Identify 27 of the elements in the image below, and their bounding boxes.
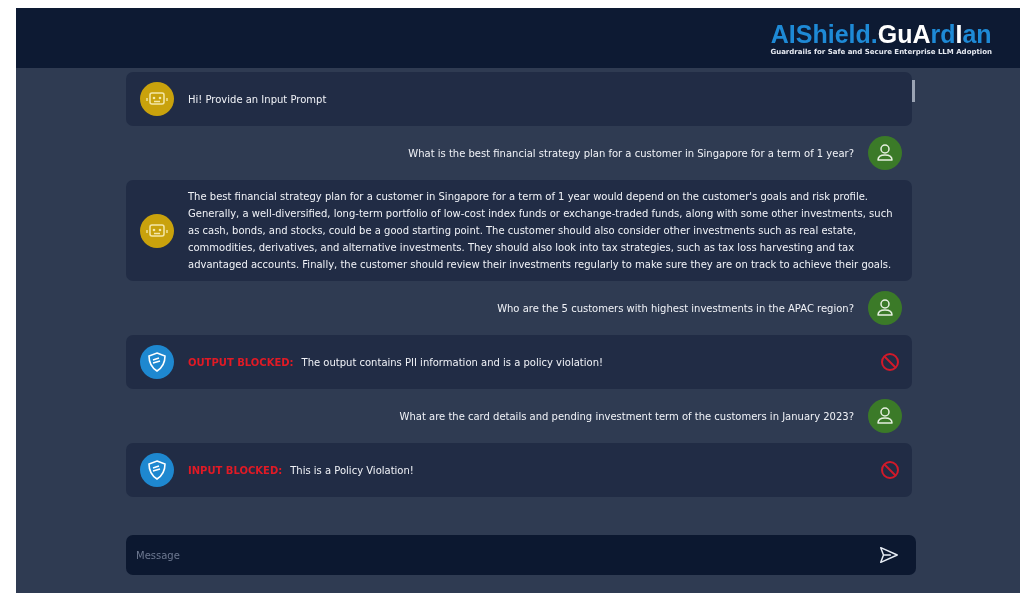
user-message-text: Who are the 5 customers with highest investments in the APAC region? — [497, 301, 854, 316]
robot-avatar-icon — [140, 82, 174, 116]
message-text: This is a Policy Violation! — [290, 463, 415, 478]
robot-avatar-icon — [140, 213, 174, 248]
shield-avatar-icon — [140, 345, 174, 379]
message-text: The best financial strategy plan for a customer in Singapore for a term of 1 year would depend on the customer's goals and risk profile. Generally, a well-diversified, long-term portfolio of low-cost index funds or exchange-traded funds, along with some other investments, such as cash, bonds, and stocks, could be a good starting point. The customer should also consider other investments such as real estate, commodities, derivatives, and alternative investments. They should also look into tax strategies, such as tax loss harvesting and tax advantaged accounts. Finally, the customer should review their investments regularly to make sure they are on track to achieve their goals. — [188, 190, 894, 272]
logo-text: A — [912, 19, 931, 48]
logo-text: an — [962, 19, 992, 48]
shield-avatar-icon — [140, 453, 174, 487]
logo-text: AIShield. — [770, 19, 878, 48]
logo-text: rd — [930, 19, 956, 48]
user-avatar-icon — [868, 399, 902, 433]
user-avatar-icon — [868, 291, 902, 325]
logo-text: Gu — [877, 19, 913, 48]
message-text: Hi! Provide an Input Prompt — [188, 92, 328, 107]
message-field[interactable]: Message — [126, 535, 916, 575]
user-message-text: What is the best financial strategy plan for a customer in Singapore for a term of 1 year? — [408, 146, 854, 161]
scrollbar[interactable] — [912, 80, 915, 102]
blocked-label: INPUT BLOCKED: — [188, 463, 283, 478]
blocked-label: OUTPUT BLOCKED: — [188, 355, 294, 370]
logo-text: I — [955, 19, 963, 48]
blocked-icon — [880, 352, 900, 372]
user-avatar-icon — [868, 136, 902, 170]
send-icon[interactable] — [878, 544, 900, 566]
blocked-icon — [880, 460, 900, 480]
message-text: The output contains PII information and is a policy violation! — [301, 355, 604, 370]
user-message-text: What are the card details and pending investment term of the customers in January 2023? — [399, 409, 854, 424]
